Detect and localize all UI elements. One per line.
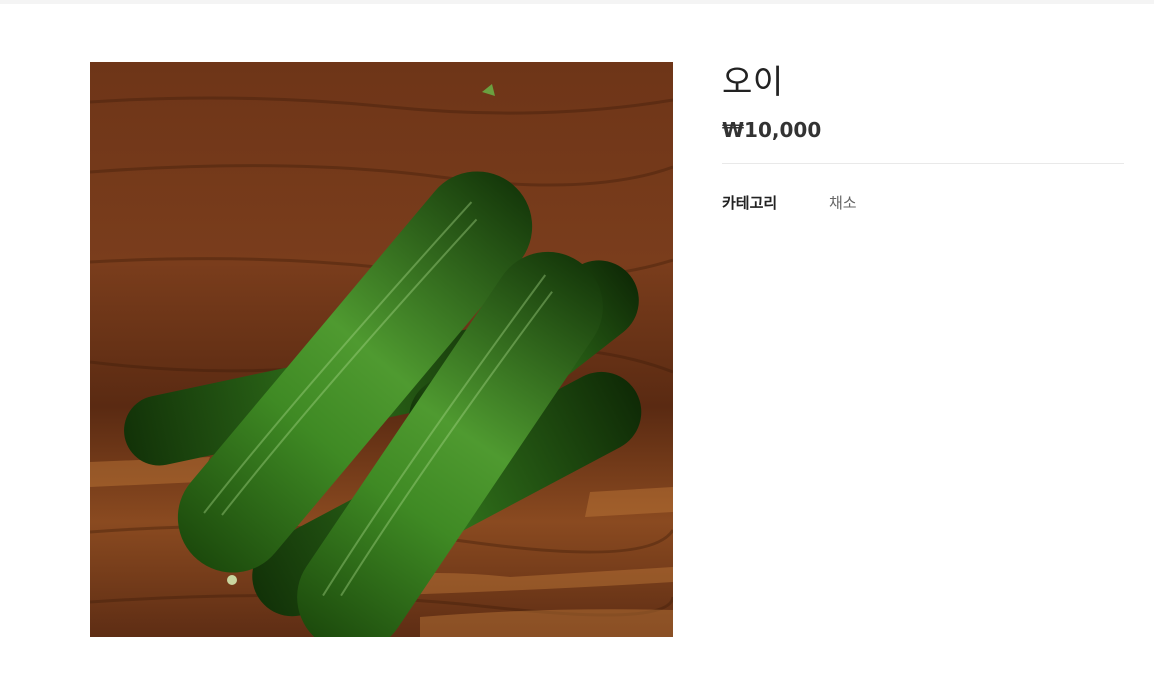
product-title: 오이 bbox=[722, 62, 784, 101]
divider bbox=[722, 163, 1124, 164]
top-border bbox=[0, 0, 1154, 4]
product-info: 오이 ₩10,000 카테고리 채소 bbox=[722, 62, 1124, 214]
product-detail-page: 오이 ₩10,000 카테고리 채소 bbox=[0, 0, 1154, 694]
product-price: ₩10,000 bbox=[722, 118, 822, 142]
category-row: 카테고리 채소 bbox=[722, 192, 1124, 214]
product-image bbox=[90, 62, 673, 637]
category-value: 채소 bbox=[829, 194, 857, 212]
category-label: 카테고리 bbox=[722, 194, 778, 212]
